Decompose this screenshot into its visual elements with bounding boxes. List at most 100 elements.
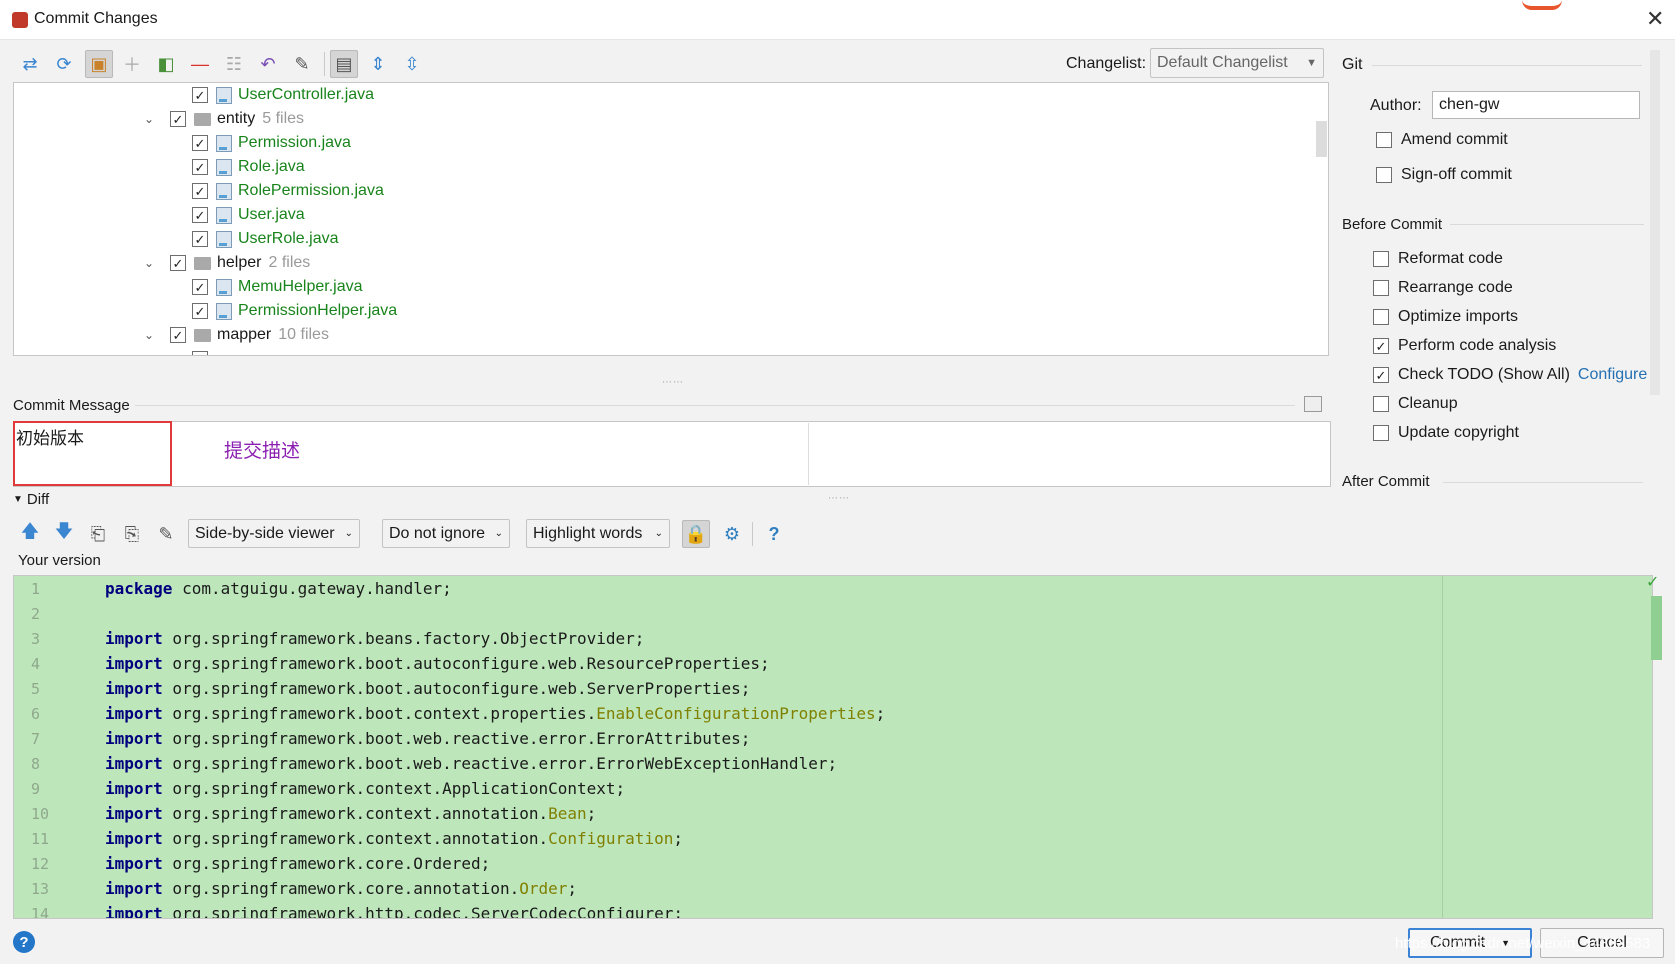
before-commit-option[interactable]: ✓ Check TODO (Show All) Configure xyxy=(1373,366,1647,384)
commit-changes-dialog: Commit Changes ✕ ⇄ ⟳ ▣ ＋ ◧ — ☷ ↶ ✎ ▤ ⇕ ⇳… xyxy=(0,0,1675,964)
tree-file-row[interactable]: ✓ PermissionHelper.java xyxy=(192,299,397,323)
shelve-icon[interactable]: ▣ xyxy=(85,50,113,78)
message-history-icon[interactable] xyxy=(1304,396,1322,412)
before-commit-checkbox[interactable]: ✓ xyxy=(1373,367,1389,383)
rollback-icon[interactable]: ↶ xyxy=(254,50,282,78)
tree-folder-row[interactable]: ⌄ ✓ mapper 10 files xyxy=(144,323,329,347)
tree-file-row[interactable]: ✓ Role.java xyxy=(192,155,305,179)
viewer-select[interactable]: Side-by-side viewer ⌄ xyxy=(188,519,360,548)
tree-folder-row[interactable]: ⌄ ✓ entity 5 files xyxy=(144,107,304,131)
collapse-all-icon[interactable]: ⇳ xyxy=(398,50,426,78)
add-icon[interactable]: ＋ xyxy=(118,50,146,78)
previous-diff-icon[interactable]: 🡅 xyxy=(16,520,44,548)
before-commit-checkbox[interactable] xyxy=(1373,396,1389,412)
previous-file-icon[interactable]: ⎗ xyxy=(84,520,112,548)
tree-file-row[interactable]: ✓ Permission.java xyxy=(192,131,351,155)
tree-checkbox[interactable]: ✓ xyxy=(170,255,186,271)
tree-scrollbar[interactable] xyxy=(1316,121,1327,157)
before-commit-option[interactable]: Reformat code xyxy=(1373,250,1503,268)
tree-file-row[interactable]: ✓ UserController.java xyxy=(192,83,374,107)
before-commit-checkbox[interactable] xyxy=(1373,280,1389,296)
tree-file-row[interactable]: ✓ User.java xyxy=(192,203,305,227)
line-number: 13 xyxy=(31,879,50,898)
close-icon[interactable]: ✕ xyxy=(1646,6,1664,32)
highlight-select[interactable]: Highlight words ⌄ xyxy=(526,519,670,548)
ignore-select[interactable]: Do not ignore ⌄ xyxy=(382,519,510,548)
tree-file-row[interactable]: ✓ UserRole.java xyxy=(192,227,338,251)
diff-splitter-grip[interactable]: ⋯⋯ xyxy=(828,493,850,504)
commit-message-input[interactable] xyxy=(13,421,1331,487)
tree-checkbox[interactable]: ✓ xyxy=(192,231,208,247)
author-input[interactable]: chen-gw xyxy=(1432,91,1640,119)
before-commit-label: Check TODO (Show All) xyxy=(1398,366,1570,383)
help-icon[interactable]: ? xyxy=(760,520,788,548)
tree-checkbox[interactable]: ✓ xyxy=(192,303,208,319)
before-commit-checkbox[interactable] xyxy=(1373,309,1389,325)
tree-checkbox[interactable] xyxy=(192,351,208,355)
diff-editor[interactable]: 1 package com.atguigu.gateway.handler; 2 3 i… xyxy=(13,575,1653,919)
before-commit-checkbox[interactable] xyxy=(1373,425,1389,441)
remove-icon[interactable]: — xyxy=(186,50,214,78)
code-annotation: Order xyxy=(519,879,568,898)
before-commit-option[interactable]: Rearrange code xyxy=(1373,279,1513,297)
after-commit-title: After Commit xyxy=(1342,473,1430,490)
before-commit-checkbox[interactable] xyxy=(1373,251,1389,267)
expand-all-icon[interactable]: ⇕ xyxy=(364,50,392,78)
lock-icon[interactable]: 🔒 xyxy=(682,520,710,548)
tree-file-row[interactable]: ✓ RolePermission.java xyxy=(192,179,384,203)
tree-checkbox[interactable]: ✓ xyxy=(192,87,208,103)
splitter-grip[interactable]: ⋯⋯ xyxy=(662,377,684,388)
show-diff-icon[interactable]: ⇄ xyxy=(16,50,44,78)
amend-commit-checkbox[interactable] xyxy=(1376,132,1392,148)
edit-source-diff-icon[interactable]: ✎ xyxy=(152,520,180,548)
before-commit-option[interactable]: ✓ Perform code analysis xyxy=(1373,337,1556,355)
signoff-commit-option[interactable]: Sign-off commit xyxy=(1376,166,1512,184)
before-commit-option[interactable]: Cleanup xyxy=(1373,395,1458,413)
before-commit-option[interactable]: Update copyright xyxy=(1373,424,1519,442)
tree-checkbox[interactable]: ✓ xyxy=(192,159,208,175)
tree-checkbox[interactable]: ✓ xyxy=(170,111,186,127)
folder-icon xyxy=(194,328,211,342)
tree-file-row[interactable]: ✓ MemuHelper.java xyxy=(192,275,363,299)
code-token: org.springframework.boot.autoconfigure.w… xyxy=(162,654,770,673)
amend-commit-option[interactable]: Amend commit xyxy=(1376,131,1508,149)
commit-message-divider xyxy=(135,405,1295,406)
chevron-down-icon[interactable]: ⌄ xyxy=(144,328,158,342)
tree-checkbox[interactable]: ✓ xyxy=(192,183,208,199)
before-commit-checkbox[interactable]: ✓ xyxy=(1373,338,1389,354)
preview-diff-icon[interactable]: ▤ xyxy=(330,50,358,78)
diff-scrollbar[interactable] xyxy=(1651,596,1662,660)
edit-source-icon[interactable]: ✎ xyxy=(288,50,316,78)
refresh-icon[interactable]: ⟳ xyxy=(50,50,78,78)
file-name: Role.java xyxy=(238,158,305,175)
window-title: Commit Changes xyxy=(34,10,158,27)
gear-icon[interactable]: ⚙ xyxy=(718,520,746,548)
code-token: org.springframework.core.annotation. xyxy=(162,879,520,898)
next-diff-icon[interactable]: 🡇 xyxy=(50,520,78,548)
changelist-select[interactable]: Default Changelist ▼ xyxy=(1150,48,1324,78)
tree-checkbox[interactable]: ✓ xyxy=(192,135,208,151)
file-count: 10 files xyxy=(278,326,329,343)
next-file-icon[interactable]: ⎘ xyxy=(118,520,146,548)
chevron-down-icon[interactable]: ⌄ xyxy=(144,256,158,270)
group-by-icon[interactable]: ☷ xyxy=(220,50,248,78)
before-commit-option[interactable]: Optimize imports xyxy=(1373,308,1518,326)
tree-folder-row[interactable]: ⌄ ✓ helper 2 files xyxy=(144,251,310,275)
settings-scrollbar[interactable] xyxy=(1650,50,1660,395)
changes-tree[interactable]: ✓ UserController.java ⌄ ✓ entity 5 files ✓ Perm… xyxy=(13,82,1329,356)
move-to-changelist-icon[interactable]: ◧ xyxy=(152,50,180,78)
code-line: 6 import org.springframework.boot.context… xyxy=(14,701,885,726)
diff-toggle[interactable]: ▼ Diff xyxy=(13,491,49,508)
configure-link[interactable]: Configure xyxy=(1578,366,1647,384)
tree-checkbox[interactable]: ✓ xyxy=(192,279,208,295)
folder-icon xyxy=(194,256,211,270)
chevron-down-icon[interactable]: ⌄ xyxy=(144,112,158,126)
code-token: org.springframework.boot.context.propert… xyxy=(162,704,597,723)
tree-checkbox[interactable]: ✓ xyxy=(192,207,208,223)
signoff-commit-checkbox[interactable] xyxy=(1376,167,1392,183)
help-button[interactable]: ? xyxy=(13,931,35,953)
code-text: import org.springframework.context.annot… xyxy=(105,829,683,848)
tree-checkbox[interactable]: ✓ xyxy=(170,327,186,343)
code-line: 8 import org.springframework.boot.web.rea… xyxy=(14,751,837,776)
tree-row-clipped[interactable] xyxy=(192,347,216,355)
